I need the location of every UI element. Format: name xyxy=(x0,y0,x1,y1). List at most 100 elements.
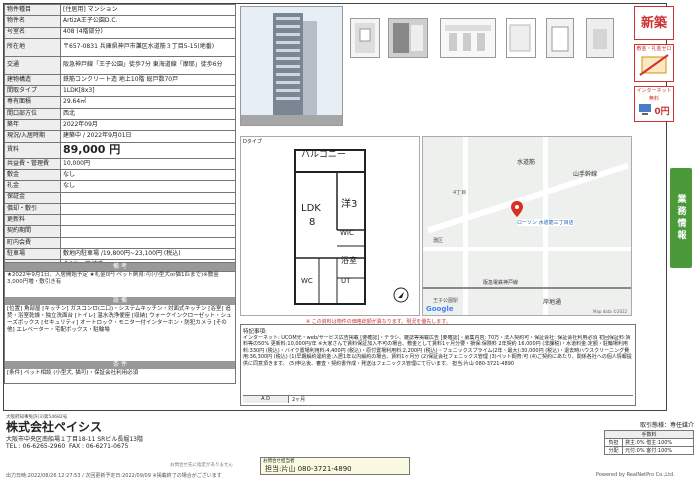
property-row: 所在地 〒657-0831 兵庫県神戸市灘区水道筋３丁目5-15(地番) xyxy=(4,37,236,57)
property-row: 契約期間 xyxy=(4,225,236,238)
remarks-section: 備 考 ★2022年9月1日、入居開始予定 ★礼金0円 ペット飼育:可(小型犬o… xyxy=(4,262,236,384)
fee-row-label: 負担 xyxy=(605,439,623,446)
property-row: 間口部方位 西北 xyxy=(4,107,236,121)
map-label-4chome: 4丁目 xyxy=(453,190,467,196)
property-table: 物件種目 [住居用] マンション 物件名 ArtizA王子公園D.C. 号室名 408 (… xyxy=(4,3,236,272)
property-row: 物件名 ArtizA王子公園D.C. xyxy=(4,15,236,28)
property-label: 礼金 xyxy=(4,180,61,193)
company-address: 大阪市中央区南船場１丁目18-11 SRビル長堀13階 xyxy=(6,436,143,443)
internet-free-badge: インターネット無料 0円 xyxy=(634,86,674,122)
photo-3-icon xyxy=(441,19,495,57)
zero-deposit-icon xyxy=(639,54,669,76)
new-build-badge: 新築 xyxy=(634,6,674,40)
map-credit: Map data ©2022 xyxy=(593,309,628,314)
remarks-text: ★2022年9月1日、入居開始予定 ★礼金0円 ペット飼育:可(小型犬or猫1匹… xyxy=(7,272,219,285)
property-label: 交通 xyxy=(4,55,61,75)
property-value xyxy=(60,191,236,204)
photo-2-icon xyxy=(389,19,427,57)
business-info-label: 業務情報 xyxy=(675,194,686,242)
property-row: 敷金 なし xyxy=(4,168,236,182)
company-name: 株式会社ペイシス xyxy=(6,420,103,434)
floorplan-panel: Dタイプ バルコニー LDK 8 洋3 WIC 浴室 WC UT xyxy=(240,136,420,316)
map-label-lawson: ローソン 水道筋三丁目店 xyxy=(517,219,574,226)
special-notes-text: インターネット: UCOM光・web/サービス広告掲載 [要確認]・テラシ、雑誌… xyxy=(243,335,632,367)
property-row: 共益費・管理費 10,000円 xyxy=(4,157,236,170)
property-value: [住居用] マンション xyxy=(60,3,236,17)
property-row: 町内会費 xyxy=(4,236,236,250)
property-row: 号室名 408 (4階部分) xyxy=(4,26,236,39)
floorplan-bath: 浴室 xyxy=(341,256,357,265)
property-row: 償却・敷引 xyxy=(4,202,236,216)
property-label: 共益費・管理費 xyxy=(4,157,61,170)
property-label: 建物構造 xyxy=(4,73,61,87)
property-label: 賃料 xyxy=(4,141,61,159)
map-label-yamate: 山手幹線 xyxy=(573,171,598,178)
business-info-tab[interactable]: 業務情報 xyxy=(670,168,692,268)
map-label-nada: 灘区 xyxy=(433,238,444,244)
equipment-title: 設 備 xyxy=(5,297,235,305)
floorplan-wc: WC xyxy=(301,277,313,285)
fee-label: 手数料 xyxy=(605,431,693,438)
photo-thumb-1[interactable] xyxy=(350,18,380,58)
photo-thumb-6[interactable] xyxy=(586,18,614,58)
ad-value: 2ヶ月 xyxy=(292,397,306,403)
map-label-hankyu: 阪急電鉄神戸線 xyxy=(483,280,519,286)
property-label: 物件種目 xyxy=(4,3,61,17)
ad-label: A D xyxy=(243,396,289,403)
floorplan-ldk: LDK xyxy=(301,203,321,214)
photo-thumb-5[interactable] xyxy=(546,18,574,58)
floorplan-western-room: 洋3 xyxy=(341,199,358,210)
property-label: 専有面積 xyxy=(4,96,61,109)
fee-row-label: 分配 xyxy=(605,447,623,454)
photo-1-icon xyxy=(355,23,375,53)
transaction-title: 取引態様：専任媒介 xyxy=(639,422,694,429)
property-value: なし xyxy=(60,168,236,182)
photo-4-icon xyxy=(507,19,535,57)
property-value: 2022年09月 xyxy=(60,119,236,132)
property-row: 賃料 89,000 円 xyxy=(4,141,236,159)
property-label: 現況/入居時期 xyxy=(4,130,61,143)
contact-person-box: お問合せ担当者 担当:片山 080-3721-4890 xyxy=(260,457,410,475)
photo-thumb-4[interactable] xyxy=(506,18,536,58)
equipment-text: [位置] 角部屋 [キッチン] ガスコンロ(二口)・システムキッチン・対面式キッ… xyxy=(7,306,232,333)
map-road-2 xyxy=(463,137,468,315)
property-row: 築年 2022年09月 xyxy=(4,119,236,132)
map-label-suidosuji: 水道筋 xyxy=(517,159,536,166)
company-fax: FAX : 06-6271-0675 xyxy=(68,443,129,450)
property-value: 〒657-0831 兵庫県神戸市灘区水道筋３丁目5-15(地番) xyxy=(60,37,236,57)
property-label: 償却・敷引 xyxy=(4,202,61,216)
photo-6-icon xyxy=(587,19,613,57)
property-value: ArtizA王子公園D.C. xyxy=(60,15,236,28)
property-row: 専有面積 29.64㎡ xyxy=(4,96,236,109)
internet-price: 0円 xyxy=(654,106,670,117)
photo-thumb-3[interactable] xyxy=(440,18,496,58)
property-row: 物件種目 [住居用] マンション xyxy=(4,3,236,17)
footer-timestamp: 出力日時:2022/08/26 12:27:53 / 次回更新予定日:2022/… xyxy=(6,473,222,479)
map-panel[interactable]: 水道筋 山手幹線 4丁目 ローソン 水道筋三丁目店 灘区 阪急電鉄神戸線 岸地通… xyxy=(422,136,632,316)
property-value: 建築中 / 2022年9月01日 xyxy=(60,130,236,143)
property-label: 間取タイプ xyxy=(4,85,61,98)
company-tel[interactable]: TEL : 06-6265-2960 xyxy=(6,443,65,450)
floorplan-balcony: バルコニー xyxy=(301,150,346,160)
property-value: なし xyxy=(60,180,236,193)
property-row: 建物構造 鉄筋コンクリート造 地上10階 総戸数70戸 xyxy=(4,73,236,87)
property-label: 駐車場 xyxy=(4,248,61,261)
property-value: 408 (4階部分) xyxy=(60,26,236,39)
railway-line xyxy=(423,287,631,289)
transaction-block: 取引態様：専任媒介 手数料 負担 貸主:0% 借主:100% 分配 元付:0% … xyxy=(604,420,694,466)
photo-5-icon xyxy=(547,19,573,57)
property-row: 交通 阪急神戸線「王子公園」徒歩7分 東海道線「摩耶」徒歩6分 xyxy=(4,55,236,75)
building-photo[interactable] xyxy=(240,6,343,126)
property-value: 阪急神戸線「王子公園」徒歩7分 東海道線「摩耶」徒歩6分 xyxy=(60,55,236,75)
photo-thumb-2[interactable] xyxy=(388,18,428,58)
property-value xyxy=(60,214,236,227)
property-value xyxy=(60,236,236,250)
property-value: 1LDK[8x3] xyxy=(60,85,236,98)
property-value xyxy=(60,202,236,216)
map-label-kishichi: 岸地通 xyxy=(543,299,562,306)
property-value: 西北 xyxy=(60,107,236,121)
internet-free-text: インターネット無料 xyxy=(636,88,672,102)
conditions-text: [条件] ペット相談 (小型犬, 猫可)・保証会社利用必須 xyxy=(7,370,139,376)
building-image-icon xyxy=(241,7,342,125)
property-label: 更新料 xyxy=(4,214,61,227)
